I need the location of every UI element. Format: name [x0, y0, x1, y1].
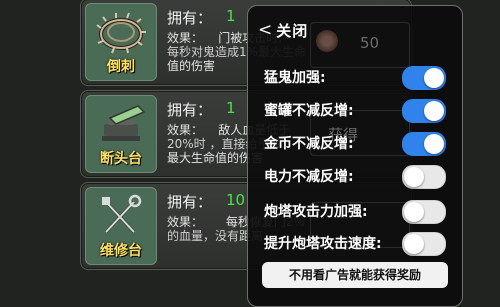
own-count: 1	[226, 99, 236, 117]
setting-label: 猛鬼加强:	[264, 70, 326, 86]
setting-row-ghost-buff: 猛鬼加强:	[264, 64, 450, 90]
toggle-turret-attack[interactable]	[402, 200, 446, 224]
own-count: 10	[226, 191, 246, 209]
toggle-knob	[424, 134, 444, 154]
setting-label: 炮塔攻击力加强:	[264, 204, 368, 220]
setting-row-power: 电力不减反增:	[264, 163, 450, 189]
setting-label: 提升炮塔攻击速度:	[264, 236, 382, 252]
setting-row-turret-attack: 炮塔攻击力加强:	[264, 198, 450, 224]
toggle-knob	[424, 68, 444, 88]
setting-label: 蜜罐不减反增:	[264, 103, 354, 119]
close-label: 关闭	[276, 21, 309, 40]
item-name: 维修台	[100, 243, 142, 259]
toggle-turret-speed[interactable]	[402, 232, 446, 256]
setting-row-honeypot: 蜜罐不减反增:	[264, 97, 450, 123]
toggle-power[interactable]	[402, 165, 446, 189]
item-icon-box: 断头台	[85, 95, 157, 173]
guillotine-icon	[102, 105, 146, 141]
item-icon-box: 维修台	[85, 187, 157, 265]
item-icon-box: 倒刺	[85, 3, 157, 81]
item-name: 断头台	[100, 151, 142, 167]
cheat-menu-panel: 50 获得 < 关闭 猛鬼加强: 蜜罐不减反增: 金币不减反增: 电力不减反增:…	[247, 5, 463, 307]
setting-label: 电力不减反增:	[264, 169, 354, 185]
own-label: 拥有：	[167, 9, 213, 27]
close-button[interactable]: < 关闭	[258, 20, 308, 40]
chevron-left-icon: <	[258, 20, 273, 40]
toggle-ghost-buff[interactable]	[402, 66, 446, 90]
ghost-price: 50	[360, 34, 380, 52]
toggle-knob	[424, 101, 444, 121]
toggle-honeypot[interactable]	[402, 99, 446, 123]
setting-row-turret-speed: 提升炮塔攻击速度:	[264, 230, 450, 256]
toggle-coins[interactable]	[402, 132, 446, 156]
toggle-knob	[404, 234, 424, 254]
no-ads-reward-label: 不用看广告就能获得奖励	[288, 268, 421, 282]
toggle-knob	[404, 202, 424, 222]
own-label: 拥有：	[167, 101, 213, 119]
own-count: 1	[226, 7, 236, 25]
setting-label: 金币不减反增:	[264, 136, 354, 152]
item-name: 倒刺	[107, 59, 135, 75]
setting-row-coins: 金币不减反增:	[264, 130, 450, 156]
no-ads-reward-button[interactable]: 不用看广告就能获得奖励	[262, 262, 448, 288]
barbed-wire-icon	[96, 12, 146, 54]
own-label: 拥有：	[167, 193, 213, 211]
repair-tools-icon	[102, 194, 142, 234]
coin-icon	[316, 30, 338, 52]
toggle-knob	[404, 167, 424, 187]
